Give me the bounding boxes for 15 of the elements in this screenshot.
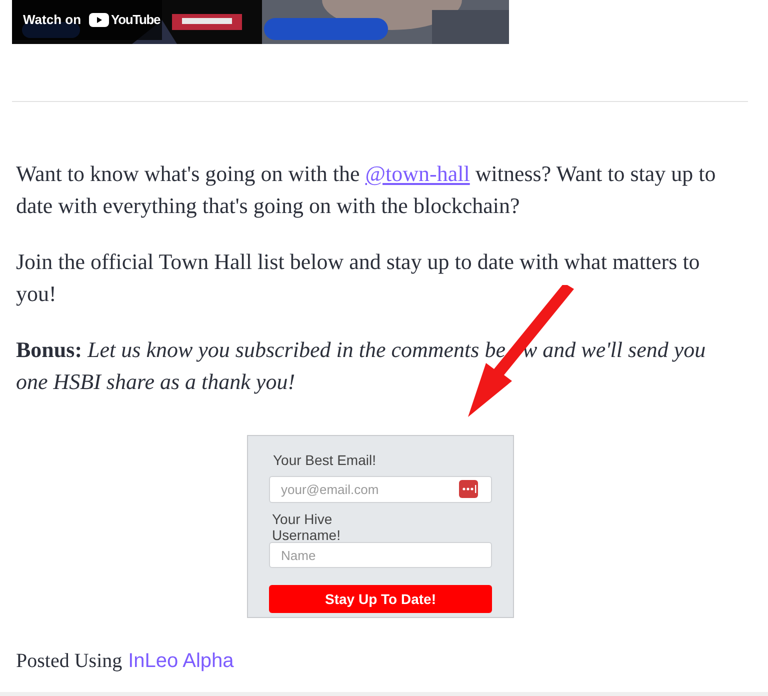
paragraph: Join the official Town Hall list below and stay up to date with what matters to you! (15, 248, 701, 308)
paragraph: Want to know what's going on with the @town-hall witness? Want to stay up to date with everything that's going on with the blockchain? (15, 160, 717, 220)
inleo-link[interactable]: InLeo Alpha (128, 646, 234, 676)
mention-link[interactable]: @town-hall (365, 161, 470, 186)
username-label: Your Hive Username! (271, 511, 342, 543)
youtube-logo-text: YouTube (111, 11, 160, 30)
email-label: Your Best Email! (272, 451, 377, 470)
submit-button[interactable]: Stay Up To Date! (269, 585, 492, 613)
posted-using-text: Posted Using (16, 649, 122, 674)
password-manager-icon[interactable] (459, 480, 478, 498)
username-field[interactable]: Name (269, 542, 492, 568)
email-field[interactable]: your@email.com (269, 476, 492, 503)
watch-on-youtube-link[interactable]: Watch on YouTube (12, 0, 162, 40)
play-icon (89, 13, 110, 27)
watch-label: Watch on (23, 11, 82, 30)
